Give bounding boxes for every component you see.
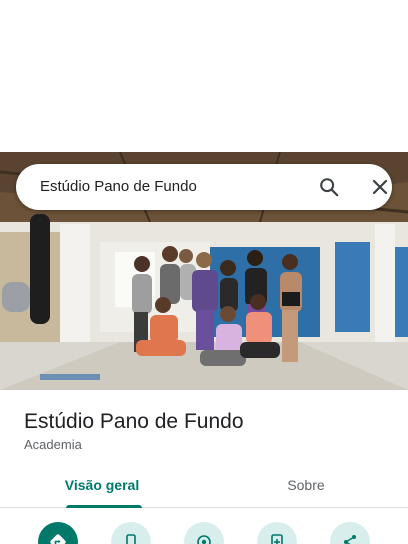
save-button[interactable] <box>257 522 297 544</box>
tab-overview[interactable]: Visão geral <box>0 466 204 508</box>
call-button[interactable] <box>111 522 151 544</box>
close-icon[interactable] <box>370 177 390 197</box>
map-blank-area <box>0 0 408 152</box>
locate-button[interactable] <box>184 522 224 544</box>
directions-button[interactable] <box>38 522 78 544</box>
action-buttons <box>0 508 408 544</box>
tab-about[interactable]: Sobre <box>204 466 408 508</box>
place-category: Academia <box>24 437 82 452</box>
search-icon[interactable] <box>318 176 340 198</box>
search-bar[interactable]: Estúdio Pano de Fundo <box>16 164 392 210</box>
place-tabs: Visão geral Sobre <box>0 466 408 508</box>
share-button[interactable] <box>330 522 370 544</box>
place-title: Estúdio Pano de Fundo <box>24 410 244 433</box>
search-input[interactable]: Estúdio Pano de Fundo <box>40 178 197 195</box>
